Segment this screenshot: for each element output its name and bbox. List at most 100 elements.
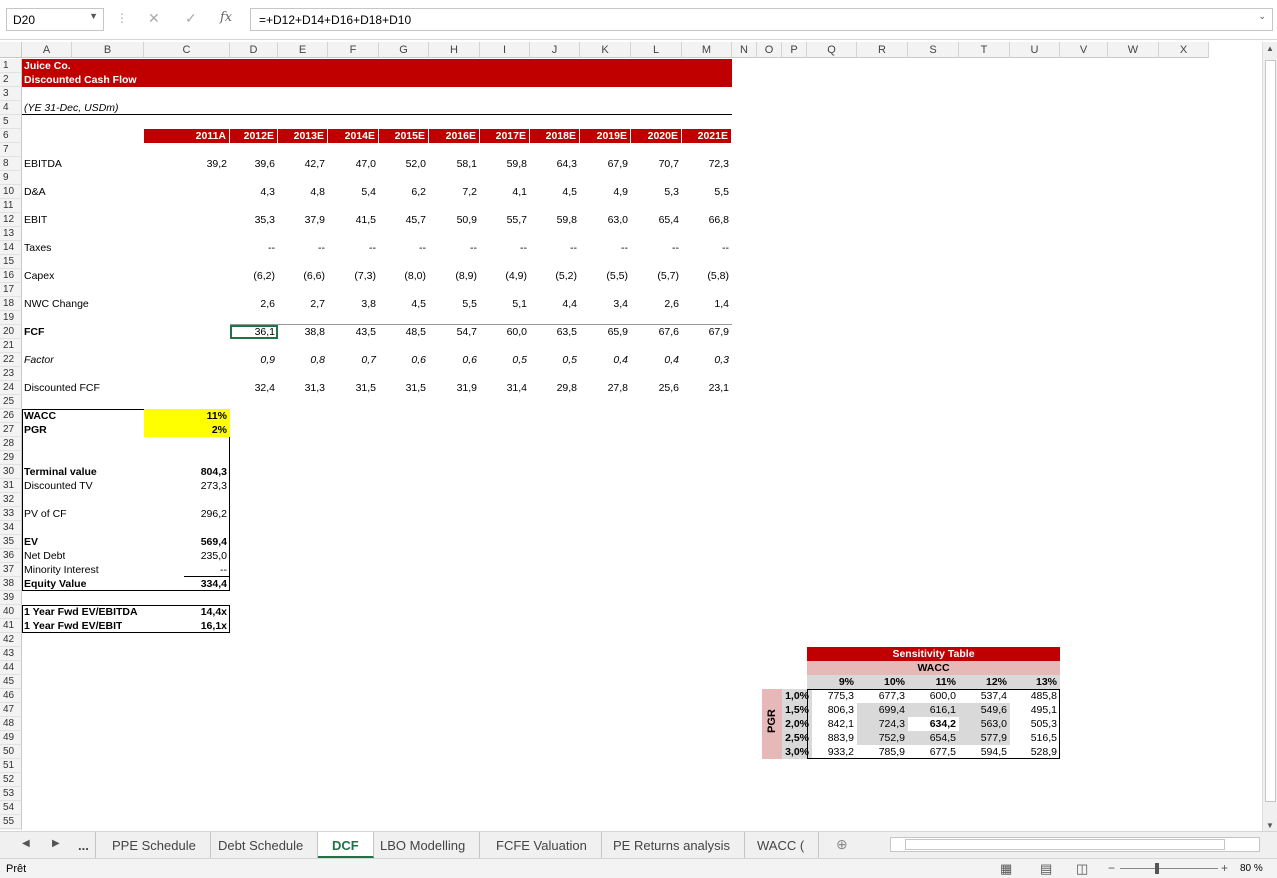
row-header[interactable]: 48 [0, 717, 22, 731]
row-header[interactable]: 29 [0, 451, 22, 465]
multiple-value[interactable]: 14,4x [144, 605, 230, 619]
normal-view-icon[interactable]: ▦ [1000, 861, 1012, 877]
column-header-d[interactable]: D [230, 42, 278, 58]
data-cell[interactable]: 60,0 [480, 325, 530, 339]
row-header[interactable]: 11 [0, 199, 22, 213]
row-header[interactable]: 16 [0, 269, 22, 283]
summary-value[interactable]: 334,4 [144, 577, 230, 591]
data-cell[interactable]: 5,1 [480, 297, 530, 311]
row-header[interactable]: 45 [0, 675, 22, 689]
row-header[interactable]: 7 [0, 143, 22, 157]
data-cell[interactable]: (8,0) [379, 269, 429, 283]
data-cell[interactable]: -- [278, 241, 328, 255]
sensitivity-cell[interactable]: 616,1 [908, 703, 959, 717]
data-cell[interactable]: 38,8 [278, 325, 328, 339]
sheet-tab-lbo-modelling[interactable]: LBO Modelling [366, 832, 481, 858]
data-cell[interactable]: (8,9) [429, 269, 480, 283]
data-cell[interactable]: 59,8 [530, 213, 580, 227]
data-cell[interactable]: (5,8) [682, 269, 732, 283]
sensitivity-cell[interactable]: 677,5 [908, 745, 959, 759]
data-cell[interactable]: 31,5 [379, 381, 429, 395]
sensitivity-cell[interactable]: 516,5 [1010, 731, 1060, 745]
summary-value[interactable]: 569,4 [144, 535, 230, 549]
column-header-k[interactable]: K [580, 42, 631, 58]
data-cell[interactable]: -- [379, 241, 429, 255]
column-header-u[interactable]: U [1010, 42, 1060, 58]
data-cell[interactable]: -- [328, 241, 379, 255]
selected-cell[interactable] [230, 325, 278, 339]
row-header[interactable]: 55 [0, 815, 22, 829]
data-cell[interactable]: 42,7 [278, 157, 328, 171]
data-cell[interactable]: 47,0 [328, 157, 379, 171]
row-header[interactable]: 21 [0, 339, 22, 353]
row-header[interactable]: 6 [0, 129, 22, 143]
data-cell[interactable]: -- [682, 241, 732, 255]
row-header[interactable]: 50 [0, 745, 22, 759]
scroll-up-icon[interactable]: ▲ [1266, 44, 1274, 53]
row-header[interactable]: 26 [0, 409, 22, 423]
sheet-tab-ppe-schedule[interactable]: PPE Schedule [98, 832, 211, 858]
multiple-value[interactable]: 16,1x [144, 619, 230, 633]
column-header-e[interactable]: E [278, 42, 328, 58]
data-cell[interactable]: 31,9 [429, 381, 480, 395]
column-header-x[interactable]: X [1159, 42, 1209, 58]
sensitivity-cell[interactable]: 724,3 [857, 717, 908, 731]
row-header[interactable]: 15 [0, 255, 22, 269]
sheet-tab-debt-schedule[interactable]: Debt Schedule [204, 832, 319, 858]
row-header[interactable]: 4 [0, 101, 22, 115]
data-cell[interactable]: 59,8 [480, 157, 530, 171]
chevron-down-icon[interactable]: ▼ [89, 11, 98, 21]
data-cell[interactable]: 23,1 [682, 381, 732, 395]
column-header-l[interactable]: L [631, 42, 682, 58]
data-cell[interactable]: 67,6 [631, 325, 682, 339]
name-box[interactable]: D20 ▼ [6, 8, 104, 31]
data-cell[interactable]: 43,5 [328, 325, 379, 339]
row-header[interactable]: 51 [0, 759, 22, 773]
data-cell[interactable]: 41,5 [328, 213, 379, 227]
column-header-h[interactable]: H [429, 42, 480, 58]
row-header[interactable]: 56 [0, 829, 22, 830]
row-header[interactable]: 49 [0, 731, 22, 745]
data-cell[interactable]: 5,4 [328, 185, 379, 199]
add-sheet-icon[interactable]: ⊕ [836, 836, 848, 853]
row-header[interactable]: 5 [0, 115, 22, 129]
data-cell[interactable]: 6,2 [379, 185, 429, 199]
data-cell[interactable]: -- [631, 241, 682, 255]
data-cell[interactable]: 65,9 [580, 325, 631, 339]
summary-value[interactable]: 11% [144, 409, 230, 423]
data-cell[interactable]: 63,5 [530, 325, 580, 339]
sensitivity-cell[interactable]: 775,3 [807, 689, 857, 703]
data-cell[interactable]: 48,5 [379, 325, 429, 339]
column-header-v[interactable]: V [1060, 42, 1108, 58]
summary-value[interactable]: 273,3 [144, 479, 230, 493]
sensitivity-cell[interactable]: 933,2 [807, 745, 857, 759]
data-cell[interactable]: (5,5) [580, 269, 631, 283]
sensitivity-cell[interactable]: 495,1 [1010, 703, 1060, 717]
row-header[interactable]: 1 [0, 59, 22, 73]
data-cell[interactable]: 4,5 [379, 297, 429, 311]
row-header[interactable]: 37 [0, 563, 22, 577]
row-header[interactable]: 10 [0, 185, 22, 199]
data-cell[interactable]: 0,5 [480, 353, 530, 367]
expand-formula-icon[interactable]: ⌄ [1258, 11, 1266, 22]
column-header-g[interactable]: G [379, 42, 429, 58]
sensitivity-cell[interactable]: 549,6 [959, 703, 1010, 717]
zoom-in-icon[interactable]: + [1221, 861, 1228, 875]
column-header-c[interactable]: C [144, 42, 230, 58]
data-cell[interactable]: 0,6 [379, 353, 429, 367]
sensitivity-cell[interactable]: 634,2 [908, 717, 959, 731]
data-cell[interactable]: (6,6) [278, 269, 328, 283]
data-cell[interactable]: 3,4 [580, 297, 631, 311]
column-header-b[interactable]: B [72, 42, 144, 58]
row-header[interactable]: 8 [0, 157, 22, 171]
row-header[interactable]: 40 [0, 605, 22, 619]
data-cell[interactable]: 32,4 [230, 381, 278, 395]
row-header[interactable]: 42 [0, 633, 22, 647]
sensitivity-cell[interactable]: 806,3 [807, 703, 857, 717]
data-cell[interactable]: 1,4 [682, 297, 732, 311]
data-cell[interactable]: 31,3 [278, 381, 328, 395]
row-header[interactable]: 13 [0, 227, 22, 241]
page-break-icon[interactable]: ◫ [1076, 861, 1088, 877]
sheet-tab-pe-returns-analysis[interactable]: PE Returns analysis [599, 832, 746, 858]
row-header[interactable]: 53 [0, 787, 22, 801]
